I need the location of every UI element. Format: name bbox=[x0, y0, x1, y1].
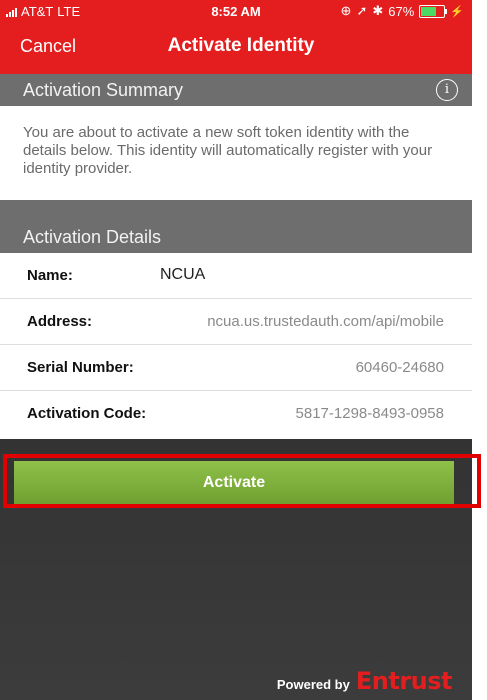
detail-value: 60460-24680 bbox=[355, 359, 444, 376]
entrust-logo: Entrust bbox=[355, 667, 453, 695]
status-bar: AT&T LTE 8:52 AM ⊕ ➚ ✱ 67% ⚡ bbox=[0, 0, 472, 22]
battery-percent: 67% bbox=[388, 3, 415, 19]
detail-label: Address: bbox=[27, 313, 93, 330]
summary-header: Activation Summary i bbox=[0, 74, 472, 106]
status-right: ⊕ ➚ ✱ 67% ⚡ bbox=[341, 3, 464, 19]
summary-header-label: Activation Summary bbox=[23, 80, 184, 100]
phone-screen: AT&T LTE 8:52 AM ⊕ ➚ ✱ 67% ⚡ Cancel Acti… bbox=[0, 0, 472, 700]
info-icon[interactable]: i bbox=[436, 79, 458, 101]
summary-text: You are about to activate a new soft tok… bbox=[23, 124, 433, 177]
location-icon: ⊕ bbox=[340, 3, 352, 18]
detail-value: NCUA bbox=[160, 266, 206, 283]
battery-fill bbox=[421, 6, 437, 16]
details-header: Activation Details bbox=[0, 219, 472, 253]
powered-by-label: Powered by bbox=[276, 677, 350, 692]
bluetooth-icon: ✱ bbox=[372, 3, 384, 18]
detail-label: Name: bbox=[27, 267, 73, 284]
detail-row-address: Address: ncua.us.trustedauth.com/api/mob… bbox=[0, 299, 472, 345]
detail-row-activation-code: Activation Code: 5817-1298-8493-0958 bbox=[0, 391, 472, 437]
detail-label: Activation Code: bbox=[27, 405, 147, 422]
detail-value: 5817-1298-8493-0958 bbox=[295, 405, 444, 422]
arrow-icon: ➚ bbox=[356, 3, 368, 18]
battery-icon bbox=[419, 4, 448, 18]
activate-button[interactable]: Activate bbox=[14, 461, 454, 505]
page-title: Activate Identity bbox=[167, 35, 315, 56]
summary-box: You are about to activate a new soft tok… bbox=[0, 106, 472, 200]
section-divider bbox=[0, 200, 472, 219]
details-list: Name: NCUA Address: ncua.us.trustedauth.… bbox=[0, 253, 472, 439]
charging-icon: ⚡ bbox=[450, 5, 464, 18]
detail-row-serial: Serial Number: 60460-24680 bbox=[0, 345, 472, 391]
detail-row-name: Name: NCUA bbox=[0, 253, 472, 299]
powered-by: Powered by Entrust bbox=[276, 667, 453, 695]
detail-label: Serial Number: bbox=[27, 359, 134, 376]
details-header-label: Activation Details bbox=[23, 227, 162, 247]
nav-bar: Cancel Activate Identity bbox=[0, 22, 472, 74]
detail-value: ncua.us.trustedauth.com/api/mobile bbox=[207, 313, 444, 330]
